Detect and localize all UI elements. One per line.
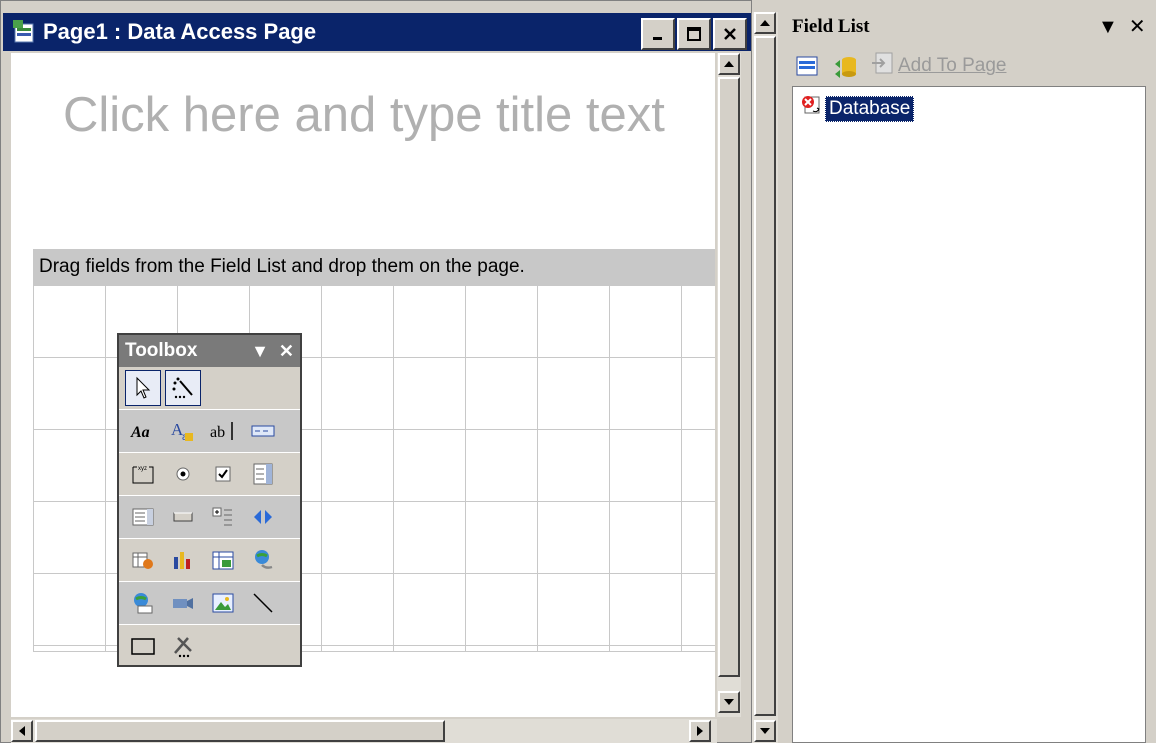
window-title: Page1 : Data Access Page (43, 19, 317, 44)
svg-text:xyz: xyz (138, 466, 147, 472)
toolbox-title: Toolbox (125, 340, 198, 361)
group-box-icon[interactable]: xyz (125, 456, 161, 492)
toolbox-close-icon[interactable]: ✕ (279, 341, 294, 361)
rectangle-icon[interactable] (125, 628, 161, 664)
field-list-title: Field List (792, 16, 870, 37)
page-title-placeholder[interactable]: Click here and type title text (63, 87, 665, 143)
data-access-page-icon (11, 18, 39, 46)
close-button[interactable] (713, 18, 747, 50)
toolbox-row (119, 367, 300, 410)
field-list-toolbar: Add To Page (794, 50, 1006, 82)
scroll-down-button[interactable] (718, 691, 740, 713)
svg-text:ab: ab (210, 424, 225, 441)
toolbox-row: xyz (119, 453, 300, 496)
office-chart-icon[interactable] (165, 542, 201, 578)
toolbox-titlebar[interactable]: Toolbox ▼ ✕ (119, 335, 300, 367)
text-box-icon[interactable]: ab (205, 413, 241, 449)
toolbox-row (119, 582, 300, 625)
data-access-page-window: Page1 : Data Access Page Click here and … (0, 0, 752, 743)
add-to-page-button[interactable]: Add To Page (870, 49, 1006, 83)
add-to-page-label: Add To Page (898, 55, 1007, 76)
command-button-icon[interactable] (165, 499, 201, 535)
horizontal-scrollbar[interactable] (11, 719, 717, 743)
field-list-tree[interactable]: Database (792, 86, 1146, 743)
movie-icon[interactable] (165, 585, 201, 621)
more-controls-icon[interactable] (165, 628, 201, 664)
toolbox-row (119, 625, 300, 668)
refresh-database-icon[interactable] (832, 52, 860, 80)
toolbox-row (119, 496, 300, 539)
option-button-icon[interactable] (165, 456, 201, 492)
vertical-scrollbar[interactable] (717, 53, 741, 717)
office-pivottable-icon[interactable] (125, 542, 161, 578)
scroll-up-button[interactable] (718, 53, 740, 75)
outer-scroll-down-button[interactable] (754, 720, 776, 742)
window-titlebar[interactable]: Page1 : Data Access Page (3, 13, 751, 51)
tree-item-database[interactable]: Database (799, 93, 915, 124)
svg-text:Aa: Aa (130, 424, 150, 441)
record-navigation-icon[interactable] (245, 499, 281, 535)
outer-scroll-thumb[interactable] (754, 36, 776, 716)
database-error-icon (799, 93, 825, 124)
outer-vertical-scrollbar[interactable] (752, 12, 778, 743)
minimize-button[interactable] (641, 18, 675, 50)
tree-item-label: Database (825, 95, 915, 122)
check-box-icon[interactable] (205, 456, 241, 492)
image-icon[interactable] (205, 585, 241, 621)
toolbox-row: Aa Aa ab (119, 410, 300, 453)
field-list-menu-icon[interactable]: ▼ (1098, 16, 1118, 38)
toolbox-palette[interactable]: Toolbox ▼ ✕ Aa Aa ab xyz (117, 333, 302, 668)
outer-scroll-up-button[interactable] (754, 12, 776, 34)
scroll-right-button[interactable] (689, 720, 711, 742)
pointer-icon[interactable] (125, 370, 161, 406)
maximize-button[interactable] (677, 18, 711, 50)
toolbox-menu-icon[interactable]: ▼ (251, 341, 269, 361)
list-box-icon[interactable] (125, 499, 161, 535)
new-page-icon[interactable] (794, 52, 822, 80)
hyperlink-icon[interactable] (245, 542, 281, 578)
toolbox-row (119, 539, 300, 582)
bound-span-icon[interactable]: Aa (165, 413, 201, 449)
control-wizards-icon[interactable] (165, 370, 201, 406)
scroll-left-button[interactable] (11, 720, 33, 742)
section-header[interactable]: Drag fields from the Field List and drop… (33, 249, 715, 285)
image-hyperlink-icon[interactable] (125, 585, 161, 621)
vertical-scroll-thumb[interactable] (718, 77, 740, 677)
expand-icon[interactable] (205, 499, 241, 535)
label-icon[interactable]: Aa (125, 413, 161, 449)
horizontal-scroll-thumb[interactable] (35, 720, 445, 742)
line-icon[interactable] (245, 585, 281, 621)
add-to-page-icon (870, 49, 898, 83)
dropdown-list-icon[interactable] (245, 456, 281, 492)
scrolling-text-icon[interactable] (245, 413, 281, 449)
office-spreadsheet-icon[interactable] (205, 542, 241, 578)
field-list-close-icon[interactable]: ✕ (1129, 16, 1146, 38)
